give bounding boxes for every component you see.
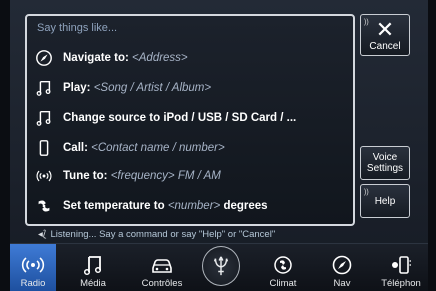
command-label: Tune to: bbox=[63, 170, 108, 182]
fan-icon bbox=[33, 196, 55, 216]
command-label: Change source to iPod / USB / SD Card / … bbox=[63, 112, 297, 124]
nav-item-controls[interactable]: Contrôles bbox=[134, 244, 190, 291]
music-note-icon bbox=[83, 256, 102, 276]
command-navigate: Navigate to: <Address> bbox=[33, 48, 188, 68]
listening-status: ◂⟅ Listening... Say a command or say "He… bbox=[38, 229, 275, 240]
music-note-icon bbox=[33, 108, 55, 128]
nav-item-label: Climat bbox=[269, 278, 297, 289]
command-hint: <frequency> FM / AM bbox=[110, 170, 221, 182]
radio-icon bbox=[21, 257, 45, 273]
command-tune: Tune to: <frequency> FM / AM bbox=[33, 166, 221, 186]
nav-item-label: Téléphon bbox=[381, 278, 421, 289]
nav-item-radio[interactable]: Radio bbox=[10, 244, 56, 291]
speaker-icon: )) bbox=[364, 19, 369, 26]
nav-item-phone[interactable]: Téléphon bbox=[376, 244, 426, 291]
voice-settings-button[interactable]: Voice Settings bbox=[360, 146, 410, 180]
command-temperature: Set temperature to <number> degrees bbox=[33, 196, 268, 216]
home-trident-button[interactable] bbox=[202, 246, 240, 286]
command-hint: <Address> bbox=[132, 52, 188, 64]
prompt-title: Say things like... bbox=[37, 22, 118, 34]
command-label: Set temperature to bbox=[63, 200, 165, 212]
command-label: Navigate to: bbox=[63, 52, 129, 64]
nav-item-climate[interactable]: Climat bbox=[260, 244, 306, 291]
help-button[interactable]: )) Help bbox=[360, 184, 410, 218]
cancel-label: Cancel bbox=[369, 40, 401, 52]
command-hint: <number> bbox=[167, 200, 221, 212]
phone-icon bbox=[392, 256, 411, 274]
nav-item-label: Nav bbox=[333, 278, 351, 289]
command-label: Play: bbox=[63, 82, 91, 94]
music-note-icon bbox=[33, 78, 55, 98]
voice-settings-label-line2: Settings bbox=[366, 163, 404, 174]
command-play: Play: <Song / Artist / Album> bbox=[33, 78, 211, 98]
command-hint: <Contact name / number> bbox=[91, 142, 225, 154]
cancel-button[interactable]: )) ✕ Cancel bbox=[360, 14, 410, 56]
nav-item-media[interactable]: Média bbox=[70, 244, 116, 291]
command-label: Call: bbox=[63, 142, 88, 154]
command-call: Call: <Contact name / number> bbox=[33, 138, 225, 158]
nav-item-label: Média bbox=[80, 278, 106, 289]
status-text: Listening... Say a command or say "Help"… bbox=[50, 229, 276, 240]
phone-icon bbox=[33, 138, 55, 158]
nav-item-label: Contrôles bbox=[141, 278, 183, 289]
compass-icon bbox=[332, 255, 352, 275]
compass-icon bbox=[33, 48, 55, 68]
nav-item-nav[interactable]: Nav bbox=[320, 244, 364, 291]
close-icon: ✕ bbox=[375, 16, 395, 42]
radio-wave-icon bbox=[33, 166, 55, 186]
listening-icon: ◂⟅ bbox=[38, 229, 47, 240]
fan-icon bbox=[274, 256, 292, 274]
command-change-source: Change source to iPod / USB / SD Card / … bbox=[33, 108, 296, 128]
car-icon bbox=[152, 259, 172, 273]
command-suffix: degrees bbox=[223, 200, 268, 212]
command-hint: <Song / Artist / Album> bbox=[93, 82, 212, 94]
speaker-icon: )) bbox=[364, 189, 369, 196]
nav-item-label: Radio bbox=[20, 278, 46, 289]
trident-icon bbox=[213, 256, 229, 276]
help-label: Help bbox=[374, 195, 396, 207]
voice-settings-label-line1: Voice bbox=[372, 152, 398, 163]
voice-command-panel: Say things like... Navigate to: <Address… bbox=[25, 14, 355, 226]
